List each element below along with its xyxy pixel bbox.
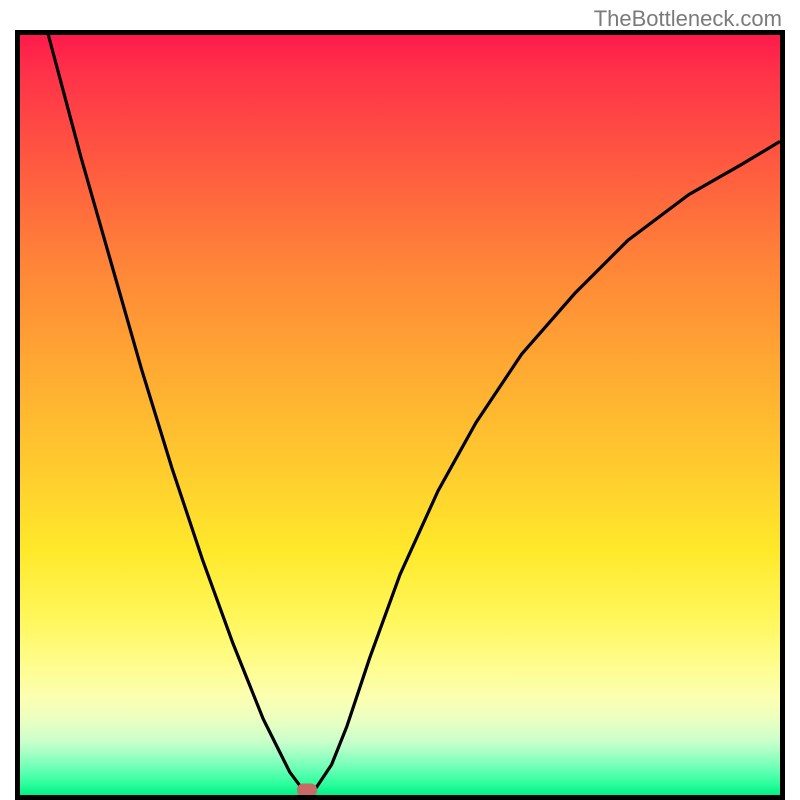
chart-container: TheBottleneck.com [0,0,800,800]
curve-svg [20,35,780,795]
bottleneck-curve [20,35,780,791]
watermark-text: TheBottleneck.com [594,6,782,32]
optimum-marker [297,784,317,797]
plot-frame [15,30,785,800]
